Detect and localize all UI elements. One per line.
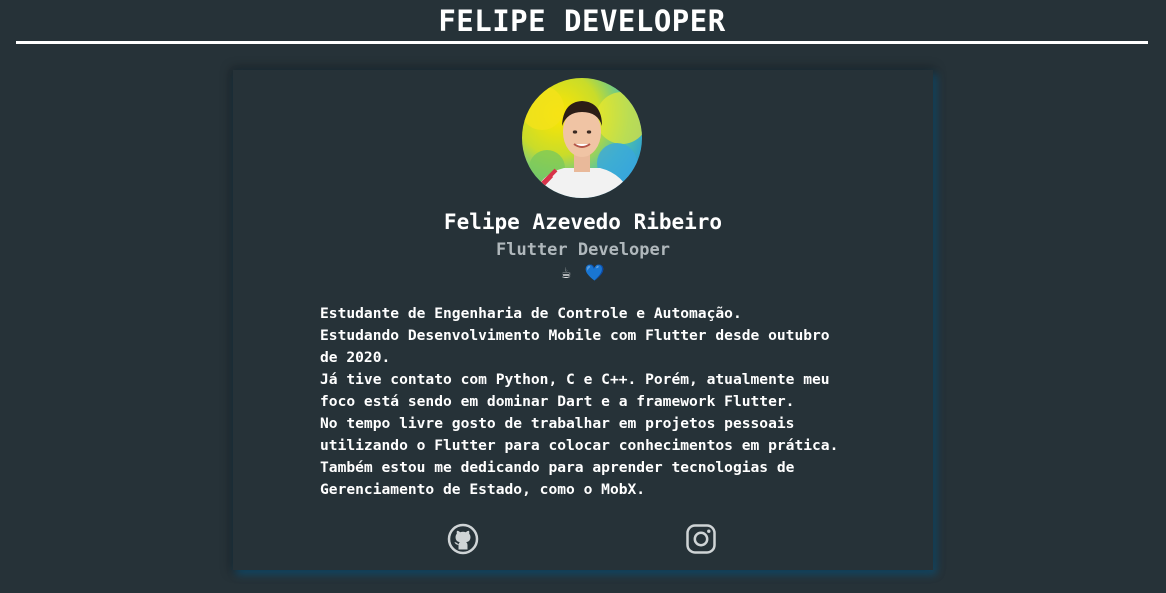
bio-text: Estudante de Engenharia de Controle e Au… bbox=[320, 303, 860, 501]
bio-line: No tempo livre gosto de trabalhar em pro… bbox=[320, 415, 795, 432]
emoji-row: ☕ 💙 bbox=[233, 262, 933, 284]
profile-name: Felipe Azevedo Ribeiro bbox=[443, 210, 723, 234]
site-header: FELIPE DEVELOPER bbox=[16, 0, 1148, 44]
profile-role: Flutter Developer bbox=[496, 240, 670, 260]
instagram-icon bbox=[686, 524, 716, 554]
site-title: FELIPE DEVELOPER bbox=[438, 4, 726, 38]
avatar-photo bbox=[522, 86, 642, 198]
bio-line: Estudando Desenvolvimento Mobile com Flu… bbox=[320, 327, 830, 344]
coffee-icon: ☕ bbox=[561, 263, 572, 282]
instagram-link[interactable] bbox=[684, 522, 718, 556]
bio-line: utilizando o Flutter para colocar conhec… bbox=[320, 437, 839, 454]
blue-heart-icon: 💙 bbox=[584, 263, 605, 282]
github-link[interactable] bbox=[446, 522, 480, 556]
github-icon bbox=[447, 523, 479, 555]
avatar bbox=[522, 78, 642, 198]
bio-line: Já tive contato com Python, C e C++. Por… bbox=[320, 371, 830, 388]
profile-card: Felipe Azevedo Ribeiro Flutter Developer… bbox=[233, 70, 933, 570]
bio-line: foco está sendo em dominar Dart e a fram… bbox=[320, 393, 795, 410]
bio-line: Também estou me dedicando para aprender … bbox=[320, 459, 795, 476]
bio-line: de 2020. bbox=[320, 349, 391, 366]
bio-line: Estudante de Engenharia de Controle e Au… bbox=[320, 305, 742, 322]
bio-line: Gerenciamento de Estado, como o MobX. bbox=[320, 481, 646, 498]
